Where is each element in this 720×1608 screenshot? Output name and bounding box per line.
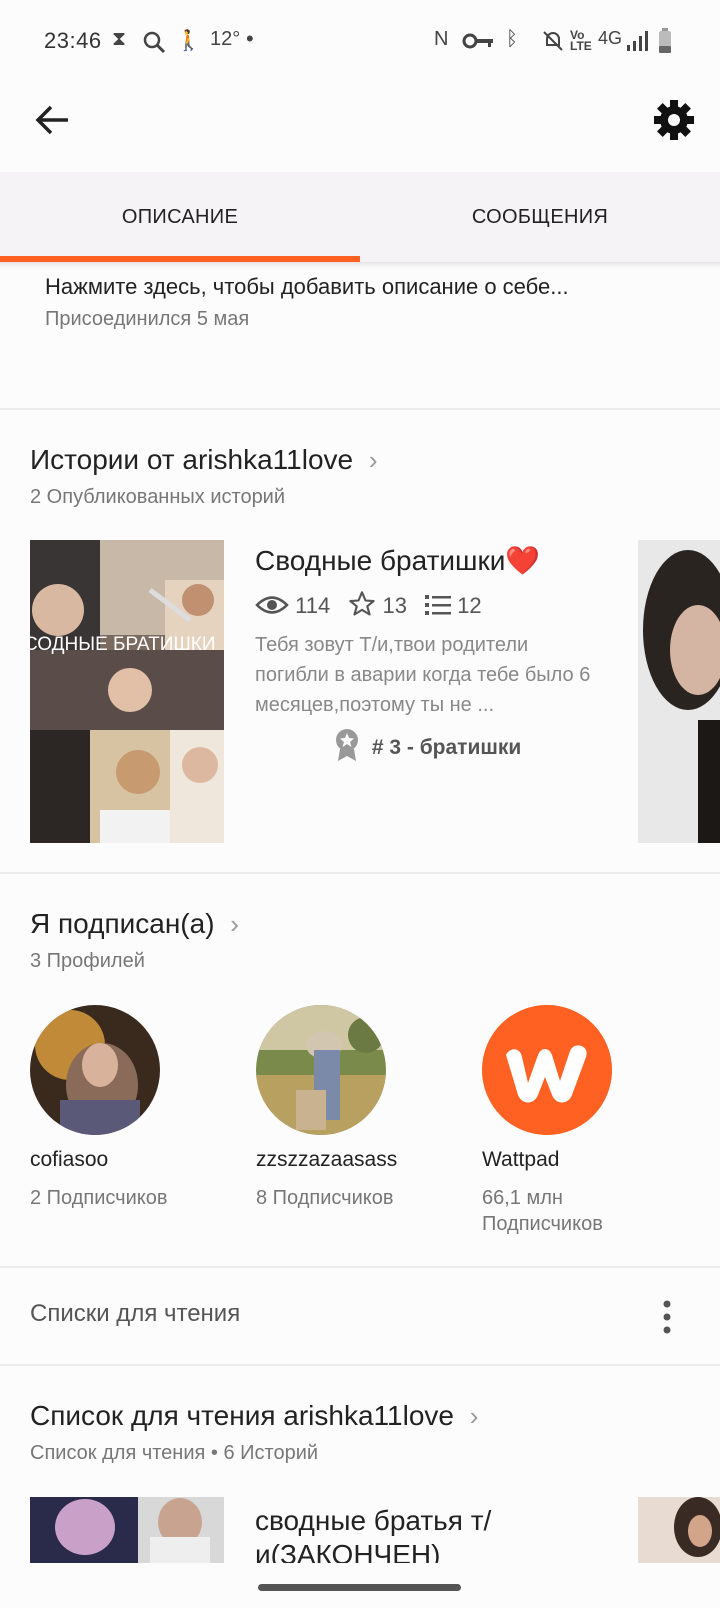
reading-list-header[interactable]: Список для чтения arishka11love ›	[30, 1400, 478, 1432]
profile-tabs: ОПИСАНИЕ СООБЩЕНИЯ	[0, 172, 720, 262]
avatar[interactable]	[256, 1005, 386, 1135]
bluetooth-icon: ᛒ	[506, 28, 518, 50]
key-icon	[462, 32, 494, 56]
more-options-button[interactable]	[650, 1296, 684, 1338]
home-indicator[interactable]	[258, 1584, 461, 1591]
back-button[interactable]	[28, 96, 76, 144]
divider	[0, 872, 720, 874]
chevron-right-icon: ›	[469, 1401, 479, 1431]
views-count: 114	[295, 593, 331, 618]
reading-list-story-cover[interactable]	[30, 1497, 224, 1563]
dot-icon: •	[246, 26, 254, 51]
following-section-header[interactable]: Я подписан(а) ›	[30, 908, 239, 940]
reading-list-title: Список для чтения arishka11love	[30, 1400, 454, 1431]
story-cover-title: СОДНЫЕ БРАТИШКИ	[30, 634, 215, 655]
tabs-shadow	[0, 262, 720, 268]
add-description-prompt[interactable]: Нажмите здесь, чтобы добавить описание о…	[45, 274, 569, 300]
tab-messages[interactable]: СООБЩЕНИЯ	[360, 172, 720, 262]
signal-icon	[626, 30, 648, 58]
status-bar: 23:46 ⧗ 🚶 12° • N ᛒ Vo LTE 4G	[0, 0, 720, 84]
mute-icon	[542, 30, 564, 58]
chevron-right-icon: ›	[230, 909, 239, 939]
following-section-title: Я подписан(а)	[30, 908, 215, 939]
chevron-right-icon: ›	[368, 445, 378, 475]
avatar[interactable]	[30, 1005, 160, 1135]
reading-lists-label[interactable]: Списки для чтения	[30, 1300, 240, 1328]
story-stats: 114 13 12	[255, 590, 482, 619]
search-icon	[142, 30, 166, 60]
award-icon	[336, 729, 358, 761]
tab-description[interactable]: ОПИСАНИЕ	[0, 172, 360, 262]
nfc-icon: N	[434, 28, 449, 50]
profile-followers: 66,1 млн Подписчиков	[482, 1185, 603, 1237]
arrow-left-icon	[35, 105, 68, 135]
temperature: 12°	[210, 28, 241, 50]
battery-icon	[658, 28, 672, 60]
app-bar	[0, 84, 720, 170]
avatar[interactable]	[482, 1005, 612, 1135]
status-time: 23:46	[44, 28, 102, 53]
star-icon	[349, 591, 376, 616]
story-cover[interactable]: СОДНЫЕ БРАТИШКИ	[30, 540, 224, 843]
divider	[0, 1364, 720, 1366]
profile-followers: 8 Подписчиков	[256, 1187, 394, 1209]
stories-section-title: Истории от arishka11love	[30, 444, 354, 475]
parts-count: 12	[457, 593, 482, 618]
following-count: 3 Профилей	[30, 950, 145, 972]
stories-count: 2 Опубликованных историй	[30, 486, 286, 508]
stories-section-header[interactable]: Истории от arishka11love ›	[30, 444, 378, 476]
story-rank-label: # 3 - братишки	[371, 736, 522, 759]
hourglass-icon: ⧗	[112, 28, 127, 50]
divider	[0, 408, 720, 410]
next-story-cover[interactable]	[638, 1497, 720, 1563]
more-vertical-icon	[663, 1300, 671, 1334]
profile-name[interactable]: Wattpad	[482, 1148, 559, 1172]
profile-followers: 2 Подписчиков	[30, 1187, 168, 1209]
reading-list-story-title[interactable]: сводные братья т/и(ЗАКОНЧЕН)	[255, 1504, 595, 1572]
divider	[0, 1266, 720, 1268]
list-icon	[425, 595, 452, 615]
votes-count: 13	[382, 593, 407, 618]
story-rank: # 3 - братишки	[334, 728, 521, 762]
gear-icon	[654, 100, 694, 140]
story-title[interactable]: Сводные братишки❤️	[255, 544, 540, 577]
next-story-cover[interactable]	[638, 540, 720, 843]
followers-count: 66,1 млн	[482, 1187, 563, 1209]
walk-icon: 🚶	[176, 30, 201, 52]
network-type: 4G	[598, 28, 623, 48]
settings-button[interactable]	[650, 96, 698, 144]
story-description: Тебя зовут Т/и,твои родители погибли в а…	[255, 634, 591, 716]
followers-label: Подписчиков	[482, 1213, 603, 1235]
volte-icon: Vo LTE	[570, 28, 592, 53]
wattpad-logo-icon	[482, 1005, 612, 1135]
profile-name[interactable]: zzszzazaasass	[256, 1148, 397, 1172]
reading-list-info: Список для чтения • 6 Историй	[30, 1442, 319, 1464]
joined-date: Присоединился 5 мая	[45, 308, 250, 330]
eye-icon	[255, 596, 289, 614]
profile-name[interactable]: cofiasoo	[30, 1148, 108, 1172]
